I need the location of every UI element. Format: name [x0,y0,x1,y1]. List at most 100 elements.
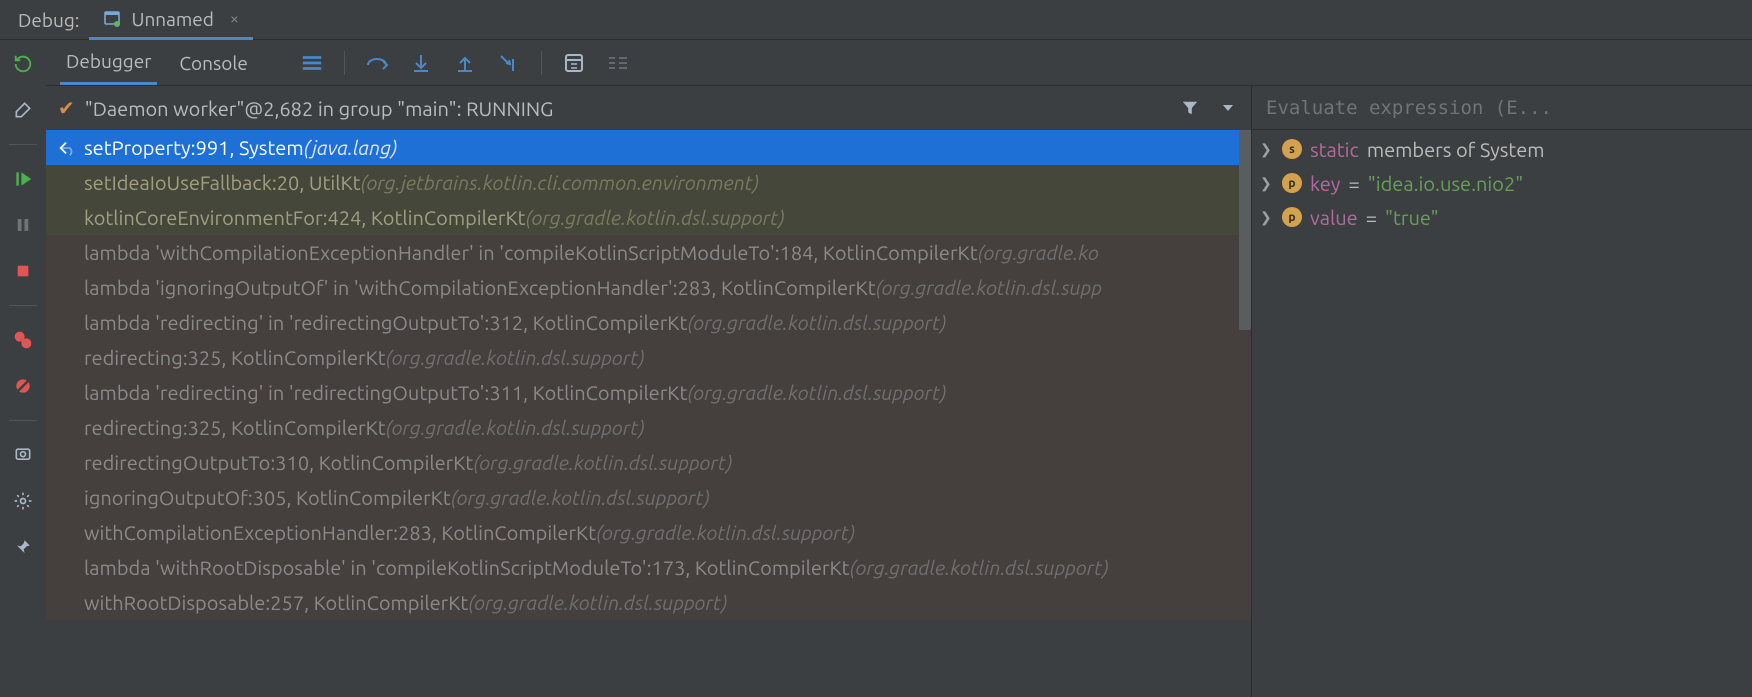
stack-frame[interactable]: setProperty:991, System (java.lang) [46,130,1251,165]
separator [541,51,542,75]
title-bar: Debug: Unnamed × [0,0,1752,40]
mute-breakpoints-button[interactable] [9,372,37,400]
variable-value: "true" [1385,206,1439,229]
stack-frame[interactable]: redirecting:325, KotlinCompilerKt (org.g… [46,410,1251,445]
property-badge-icon: p [1282,173,1302,193]
stack-frame[interactable]: ignoringOutputOf:305, KotlinCompilerKt (… [46,480,1251,515]
step-out-button[interactable] [451,49,479,77]
frame-package: (org.gradle.kotlin.dsl.supp [876,276,1102,299]
frame-package: (org.gradle.kotlin.dsl.support) [473,451,732,474]
frame-package: (org.gradle.kotlin.dsl.support) [468,591,727,614]
separator [9,420,37,421]
frame-package: (org.gradle.kotlin.dsl.support) [386,416,645,439]
stack-frame[interactable]: setIdeaIoUseFallback:20, UtilKt (org.jet… [46,165,1251,200]
resume-button[interactable] [9,165,37,193]
scrollbar-thumb[interactable] [1239,130,1251,330]
run-config-name: Unnamed [131,8,213,30]
check-icon: ✔ [58,96,75,120]
pause-button[interactable] [9,211,37,239]
thread-dump-button[interactable] [9,441,37,469]
frame-call: withRootDisposable:257, KotlinCompilerKt [84,591,468,614]
equals-sign: = [1348,172,1359,195]
frame-call: kotlinCoreEnvironmentFor:424, KotlinComp… [84,206,526,229]
stack-frame[interactable]: lambda 'redirecting' in 'redirectingOutp… [46,305,1251,340]
stack-frame[interactable]: lambda 'redirecting' in 'redirectingOutp… [46,375,1251,410]
frame-package: (org.gradle.kotlin.dsl.support) [451,486,710,509]
stack-frame[interactable]: lambda 'withCompilationExceptionHandler'… [46,235,1251,270]
settings-button[interactable] [9,487,37,515]
step-over-button[interactable] [363,49,391,77]
frame-call: redirecting:325, KotlinCompilerKt [84,416,386,439]
modify-run-config-button[interactable] [9,96,37,124]
tab-debugger[interactable]: Debugger [60,40,157,85]
frame-call: setProperty:991, System [84,136,304,159]
chevron-right-icon[interactable]: ❯ [1260,141,1274,158]
variable-value: "idea.io.use.nio2" [1368,172,1524,195]
evaluate-expression-button[interactable] [560,49,588,77]
debug-action-strip [0,40,46,697]
chevron-right-icon[interactable]: ❯ [1260,209,1274,226]
application-icon [103,10,121,28]
step-into-button[interactable] [407,49,435,77]
run-config-tab[interactable]: Unnamed × [89,1,252,40]
rerun-button[interactable] [9,50,37,78]
frame-package: (org.gradle.kotlin.dsl.support) [526,206,785,229]
stack-frame[interactable]: lambda 'withRootDisposable' in 'compileK… [46,550,1251,585]
frame-package: (org.gradle.kotlin.dsl.support) [687,381,946,404]
evaluate-placeholder: Evaluate expression (E... [1266,97,1552,119]
evaluate-expression-input[interactable]: Evaluate expression (E... [1252,86,1752,130]
filter-icon[interactable] [1177,95,1203,121]
stack-frame[interactable]: withRootDisposable:257, KotlinCompilerKt… [46,585,1251,620]
debugger-toolbar: Debugger Console [46,40,1752,86]
frame-package: (org.gradle.kotlin.dsl.support) [386,346,645,369]
chevron-right-icon[interactable]: ❯ [1260,175,1274,192]
pin-button[interactable] [9,533,37,561]
trace-current-stream-button [604,49,632,77]
frame-package: (org.gradle.kotlin.dsl.support) [850,556,1109,579]
stack-frame[interactable]: lambda 'ignoringOutputOf' in 'withCompil… [46,270,1251,305]
frame-package: (org.gradle.kotlin.dsl.support) [687,311,946,334]
drop-frame-icon [58,139,78,157]
variable-name: key [1310,172,1340,195]
stack-frame[interactable]: withCompilationExceptionHandler:283, Kot… [46,515,1251,550]
variable-name: value [1310,206,1358,229]
frame-package: (org.jetbrains.kotlin.cli.common.environ… [360,171,759,194]
thread-selector[interactable]: ✔ "Daemon worker"@2,682 in group "main":… [46,86,1251,130]
variable-list[interactable]: ❯ sstatic members of System ❯ pkey = "idea.… [1252,130,1752,697]
thread-status-text: "Daemon worker"@2,682 in group "main": R… [85,97,554,120]
threads-view-button[interactable] [298,49,326,77]
stop-button[interactable] [9,257,37,285]
frame-call: withCompilationExceptionHandler:283, Kot… [84,521,596,544]
equals-sign: = [1366,206,1377,229]
frame-call: redirecting:325, KotlinCompilerKt [84,346,386,369]
stack-frame[interactable]: redirecting:325, KotlinCompilerKt (org.g… [46,340,1251,375]
separator [9,144,37,145]
variables-panel: Evaluate expression (E... ❯ sstatic membe… [1252,86,1752,697]
stack-frame[interactable]: redirectingOutputTo:310, KotlinCompilerK… [46,445,1251,480]
frame-call: lambda 'ignoringOutputOf' in 'withCompil… [84,276,876,299]
run-to-cursor-button[interactable] [495,49,523,77]
view-breakpoints-button[interactable] [9,326,37,354]
frame-package: (org.gradle.kotlin.dsl.support) [596,521,855,544]
separator [9,305,37,306]
frame-call: lambda 'withCompilationExceptionHandler'… [84,241,978,264]
frames-panel: ✔ "Daemon worker"@2,682 in group "main":… [46,86,1252,697]
thread-dropdown-icon[interactable] [1215,95,1241,121]
variable-row[interactable]: ❯ sstatic members of System [1252,132,1752,166]
tab-console[interactable]: Console [173,42,253,84]
variable-name: static [1310,138,1359,161]
frame-list[interactable]: setProperty:991, System (java.lang)setId… [46,130,1251,697]
frame-package: (java.lang) [304,136,398,159]
variable-row[interactable]: ❯ pkey = "idea.io.use.nio2" [1252,166,1752,200]
frame-call: lambda 'redirecting' in 'redirectingOutp… [84,311,687,334]
variable-tail: members of System [1367,138,1545,161]
frame-call: setIdeaIoUseFallback:20, UtilKt [84,171,360,194]
stack-frame[interactable]: kotlinCoreEnvironmentFor:424, KotlinComp… [46,200,1251,235]
separator [344,51,345,75]
frame-call: ignoringOutputOf:305, KotlinCompilerKt [84,486,451,509]
variable-row[interactable]: ❯ pvalue = "true" [1252,200,1752,234]
static-badge-icon: s [1282,139,1302,159]
property-badge-icon: p [1282,207,1302,227]
frame-call: redirectingOutputTo:310, KotlinCompilerK… [84,451,473,474]
close-tab-icon[interactable]: × [230,10,239,28]
